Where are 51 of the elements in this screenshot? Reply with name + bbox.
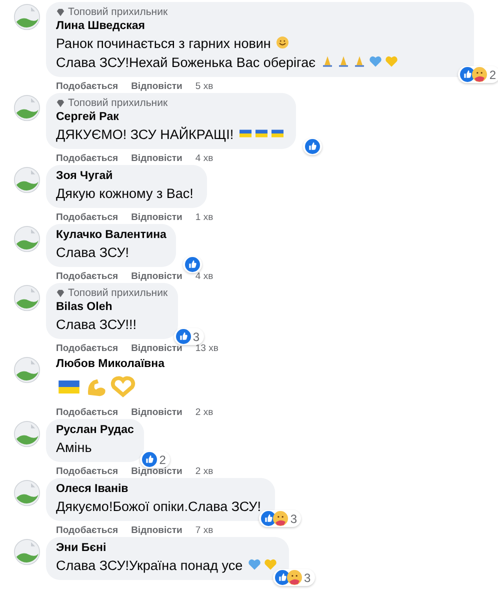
author-name[interactable]: Руслан Рудас bbox=[56, 423, 134, 438]
like-link[interactable]: Подобається bbox=[56, 407, 118, 418]
reply-link[interactable]: Відповісти bbox=[131, 525, 182, 536]
reply-link[interactable]: Відповісти bbox=[131, 212, 182, 223]
like-link[interactable]: Подобається bbox=[56, 153, 118, 164]
author-name[interactable]: Bilas Oleh bbox=[56, 300, 168, 315]
timestamp[interactable]: 13 хв bbox=[195, 343, 218, 354]
reply-link[interactable]: Відповісти bbox=[131, 153, 182, 164]
author-name[interactable]: Кулачко Валентина bbox=[56, 228, 166, 243]
reaction-count[interactable]: 3 bbox=[259, 510, 302, 527]
comment-text: Дякуємо!Божої опіки.Слава ЗСУ! bbox=[56, 498, 262, 516]
author-name[interactable]: Зоя Чугай bbox=[56, 169, 198, 184]
like-link[interactable]: Подобається bbox=[56, 212, 118, 223]
top-fan-label: Топовий прихильник bbox=[68, 287, 168, 300]
author-name[interactable]: Олеся Іванів bbox=[56, 482, 266, 497]
reply-link[interactable]: Відповісти bbox=[131, 271, 182, 282]
comment-text: Слава ЗСУ!Нехай Боженька bbox=[56, 54, 232, 72]
comment-text: Слава ЗСУ! bbox=[56, 244, 130, 262]
comment-text: Слава ЗСУ!Україна понад усе bbox=[56, 557, 243, 575]
author-name[interactable]: Лина Шведская bbox=[56, 19, 464, 34]
timestamp[interactable]: 2 хв bbox=[195, 466, 214, 477]
reply-link[interactable]: Відповісти bbox=[131, 81, 182, 92]
comment-text: Слава ЗСУ!!! bbox=[56, 316, 137, 334]
reaction-count[interactable]: 2 bbox=[140, 451, 170, 468]
author-name[interactable]: Сергей Рак bbox=[56, 110, 286, 125]
comment-text: ДЯКУЄМО! ЗСУ НАЙКРАЩІ! bbox=[56, 126, 234, 144]
reaction-count[interactable]: 2 bbox=[458, 66, 498, 83]
reply-link[interactable]: Відповісти bbox=[131, 407, 182, 418]
comment-text: Амінь bbox=[56, 439, 92, 457]
timestamp[interactable]: 2 хв bbox=[195, 407, 214, 418]
like-link[interactable]: Подобається bbox=[56, 525, 118, 536]
reply-link[interactable]: Відповісти bbox=[131, 343, 182, 354]
author-name[interactable]: Любов Миколаївна bbox=[56, 357, 164, 372]
like-link[interactable]: Подобається bbox=[56, 81, 118, 92]
comment-text: Дякую кожному з Вас! bbox=[56, 185, 194, 203]
author-name[interactable]: Эни Бєні bbox=[56, 541, 279, 556]
timestamp[interactable]: 7 хв bbox=[195, 525, 214, 536]
timestamp[interactable]: 4 хв bbox=[195, 153, 214, 164]
like-link[interactable]: Подобається bbox=[56, 271, 118, 282]
reaction-count[interactable]: 3 bbox=[174, 328, 204, 345]
top-fan-label: Топовий прихильник bbox=[68, 6, 168, 19]
reaction-count[interactable]: 3 bbox=[272, 569, 315, 586]
like-link[interactable]: Подобається bbox=[56, 343, 118, 354]
timestamp[interactable]: 1 хв bbox=[195, 212, 214, 223]
timestamp[interactable]: 5 хв bbox=[195, 81, 214, 92]
timestamp[interactable]: 4 хв bbox=[195, 271, 214, 282]
comment-text: Ранок починається з гарних новин bbox=[56, 35, 271, 53]
like-link[interactable]: Подобається bbox=[56, 466, 118, 477]
comment-text: Вас оберігає bbox=[236, 54, 316, 72]
top-fan-label: Топовий прихильник bbox=[68, 97, 168, 110]
reply-link[interactable]: Відповісти bbox=[131, 466, 182, 477]
